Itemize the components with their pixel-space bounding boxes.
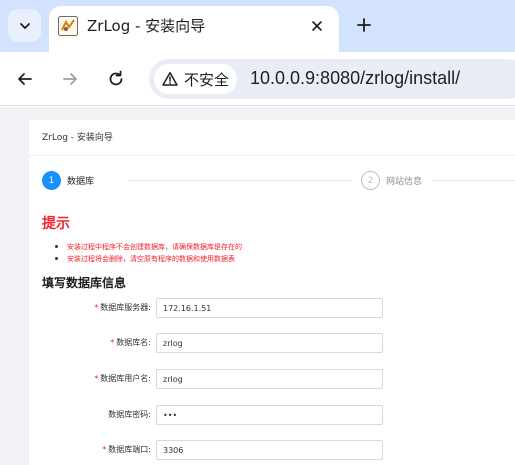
step-number: 2 <box>361 171 380 190</box>
site-security-chip[interactable]: 不安全 <box>154 64 238 94</box>
field-label: * 数据库服务器: <box>94 303 151 312</box>
new-tab-button[interactable] <box>352 13 376 37</box>
card-header: ZrLog - 安装向导 <box>29 120 515 156</box>
url-text[interactable]: 10.0.0.9:8080/zrlog/install/ <box>250 68 460 89</box>
security-label: 不安全 <box>184 70 230 89</box>
step-number: 1 <box>42 171 61 190</box>
field-label: * 数据库端口: <box>102 445 151 454</box>
tab-search-button[interactable] <box>8 9 41 42</box>
address-bar[interactable]: 不安全 10.0.0.9:8080/zrlog/install/ <box>149 59 515 99</box>
step-label: 数据库 <box>67 177 95 187</box>
warning-icon <box>162 72 178 86</box>
form-row-db-name: * 数据库名: <box>29 333 515 353</box>
browser-tab[interactable]: ZrLog - 安装向导 <box>49 6 339 52</box>
page-background: ZrLog - 安装向导 1 数据库 2 网站信息 提示 安装过程中程序不会创建… <box>0 107 515 465</box>
card-title: ZrLog - 安装向导 <box>42 133 113 143</box>
arrow-left-icon <box>18 73 32 85</box>
form-row-db-password: 数据库密码: <box>29 405 515 425</box>
forward-button[interactable] <box>57 66 83 92</box>
tip-list: 安装过程中程序不会创建数据库，请确保数据库是存在的 安装过程将会删除，清空原有程… <box>53 241 242 265</box>
tip-item: 安装过程将会删除，清空原有程序的数据和使用数据表 <box>53 253 242 265</box>
field-label: * 数据库名: <box>110 338 151 347</box>
db-port-input[interactable] <box>156 440 383 460</box>
field-label: * 数据库用户名: <box>94 374 151 383</box>
step-connector <box>127 180 352 181</box>
step-connector <box>431 180 515 181</box>
browser-toolbar: 不安全 10.0.0.9:8080/zrlog/install/ <box>0 52 515 106</box>
form-row-db-port: * 数据库端口: <box>29 440 515 460</box>
install-card: ZrLog - 安装向导 1 数据库 2 网站信息 提示 安装过程中程序不会创建… <box>29 120 515 465</box>
reload-icon <box>109 70 123 86</box>
close-icon <box>312 21 322 31</box>
plus-icon <box>357 18 371 32</box>
tip-title: 提示 <box>42 216 70 232</box>
step-label: 网站信息 <box>386 177 423 187</box>
tab-title: ZrLog - 安装向导 <box>87 17 206 35</box>
step-site-info: 2 网站信息 <box>361 171 422 190</box>
db-host-input[interactable] <box>156 298 383 318</box>
section-title: 填写数据库信息 <box>42 276 127 290</box>
arrow-right-icon <box>63 73 77 85</box>
chevron-down-icon <box>19 22 30 29</box>
form-row-db-user: * 数据库用户名: <box>29 369 515 389</box>
back-button[interactable] <box>12 66 38 92</box>
step-database: 1 数据库 <box>42 171 94 190</box>
reload-button[interactable] <box>103 66 129 92</box>
tab-close-button[interactable] <box>307 16 327 36</box>
db-user-input[interactable] <box>156 369 383 389</box>
field-label: 数据库密码: <box>108 410 151 419</box>
form-row-db-host: * 数据库服务器: <box>29 298 515 318</box>
zrlog-favicon-icon <box>58 16 78 36</box>
db-password-input[interactable] <box>156 405 383 425</box>
db-name-input[interactable] <box>156 333 383 353</box>
browser-tab-bar: ZrLog - 安装向导 <box>0 0 515 52</box>
tip-item: 安装过程中程序不会创建数据库，请确保数据库是存在的 <box>53 241 242 253</box>
